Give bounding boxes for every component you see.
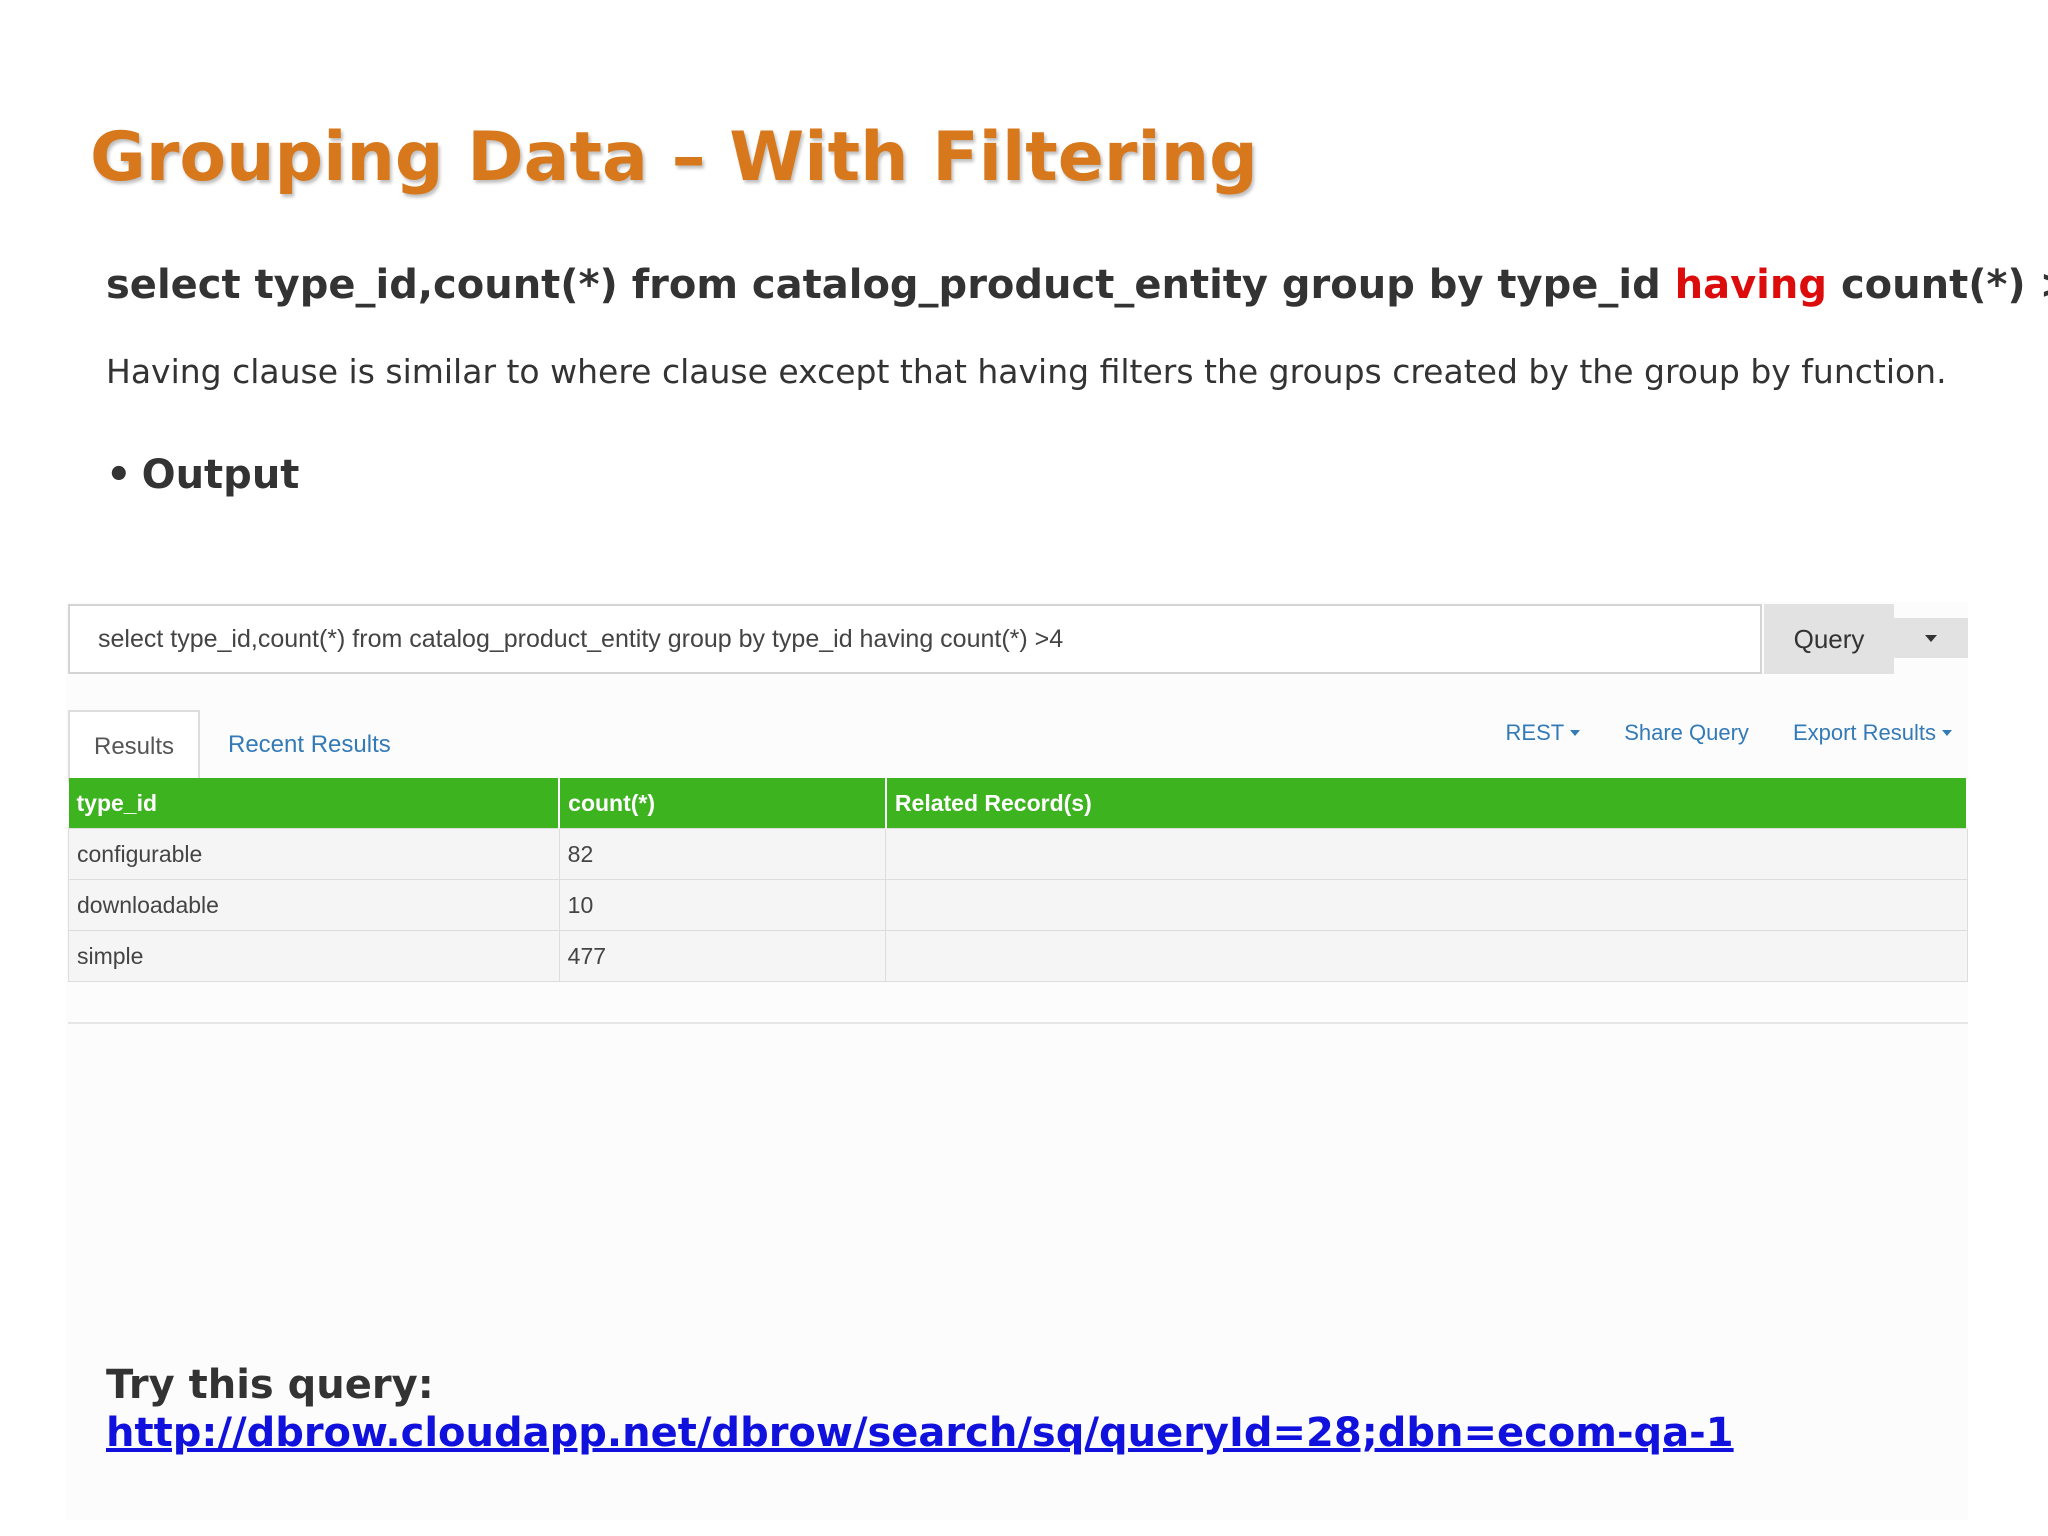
sql-statement: select type_id,count(*) from catalog_pro… <box>106 262 2048 308</box>
cell-related-records <box>885 828 1968 880</box>
rest-label: REST <box>1505 720 1565 745</box>
query-dropdown-toggle[interactable] <box>1894 618 1968 658</box>
cell-type-id: configurable <box>68 828 560 880</box>
table-header-row: type_id count(*) Related Record(s) <box>68 778 1969 829</box>
column-header-type-id[interactable]: type_id <box>68 778 561 829</box>
export-results-label: Export Results <box>1792 720 1936 745</box>
result-toolbar: REST Share Query Export Results <box>1506 720 1952 746</box>
tab-results[interactable]: Results <box>68 710 200 782</box>
try-query-link[interactable]: http://dbrow.cloudapp.net/dbrow/search/s… <box>106 1410 1734 1456</box>
bullet-label: Output <box>141 452 300 498</box>
column-header-count[interactable]: count(*) <box>559 778 887 829</box>
sql-keyword-having: having <box>1674 262 1828 308</box>
chevron-down-icon <box>1925 634 1937 642</box>
export-results-dropdown[interactable]: Export Results <box>1793 720 1952 746</box>
results-table: type_id count(*) Related Record(s) confi… <box>68 778 1969 982</box>
cell-type-id: simple <box>68 930 560 982</box>
query-button[interactable]: Query <box>1764 604 1894 674</box>
caret-down-icon <box>1942 730 1952 736</box>
sql-prefix: select type_id,count(*) from catalog_pro… <box>106 262 1675 308</box>
output-bullet: • Output <box>106 452 299 498</box>
caret-down-icon <box>1570 730 1581 736</box>
table-row: simple 477 <box>68 930 1968 982</box>
cell-related-records <box>885 879 1968 931</box>
cell-count: 82 <box>558 828 887 880</box>
cell-related-records <box>885 930 1968 982</box>
slide-title: Grouping Data – With Filtering <box>90 118 1258 197</box>
cell-type-id: downloadable <box>68 879 560 931</box>
cell-count: 10 <box>558 879 887 931</box>
share-query-link[interactable]: Share Query <box>1624 720 1749 746</box>
query-input[interactable] <box>68 604 1762 674</box>
column-header-related-records[interactable]: Related Record(s) <box>885 778 1969 829</box>
table-row: downloadable 10 <box>68 879 1968 931</box>
panel-divider <box>68 1022 1968 1024</box>
rest-dropdown[interactable]: REST <box>1506 720 1581 746</box>
tab-recent-results[interactable]: Recent Results <box>228 710 391 780</box>
bullet-dot-icon: • <box>106 452 132 498</box>
cell-count: 477 <box>558 930 887 982</box>
sql-suffix: count(*) >4 <box>1840 262 2048 308</box>
explanation-text: Having clause is similar to where clause… <box>106 352 1947 391</box>
try-query-label: Try this query: <box>106 1362 434 1408</box>
table-row: configurable 82 <box>68 828 1968 880</box>
